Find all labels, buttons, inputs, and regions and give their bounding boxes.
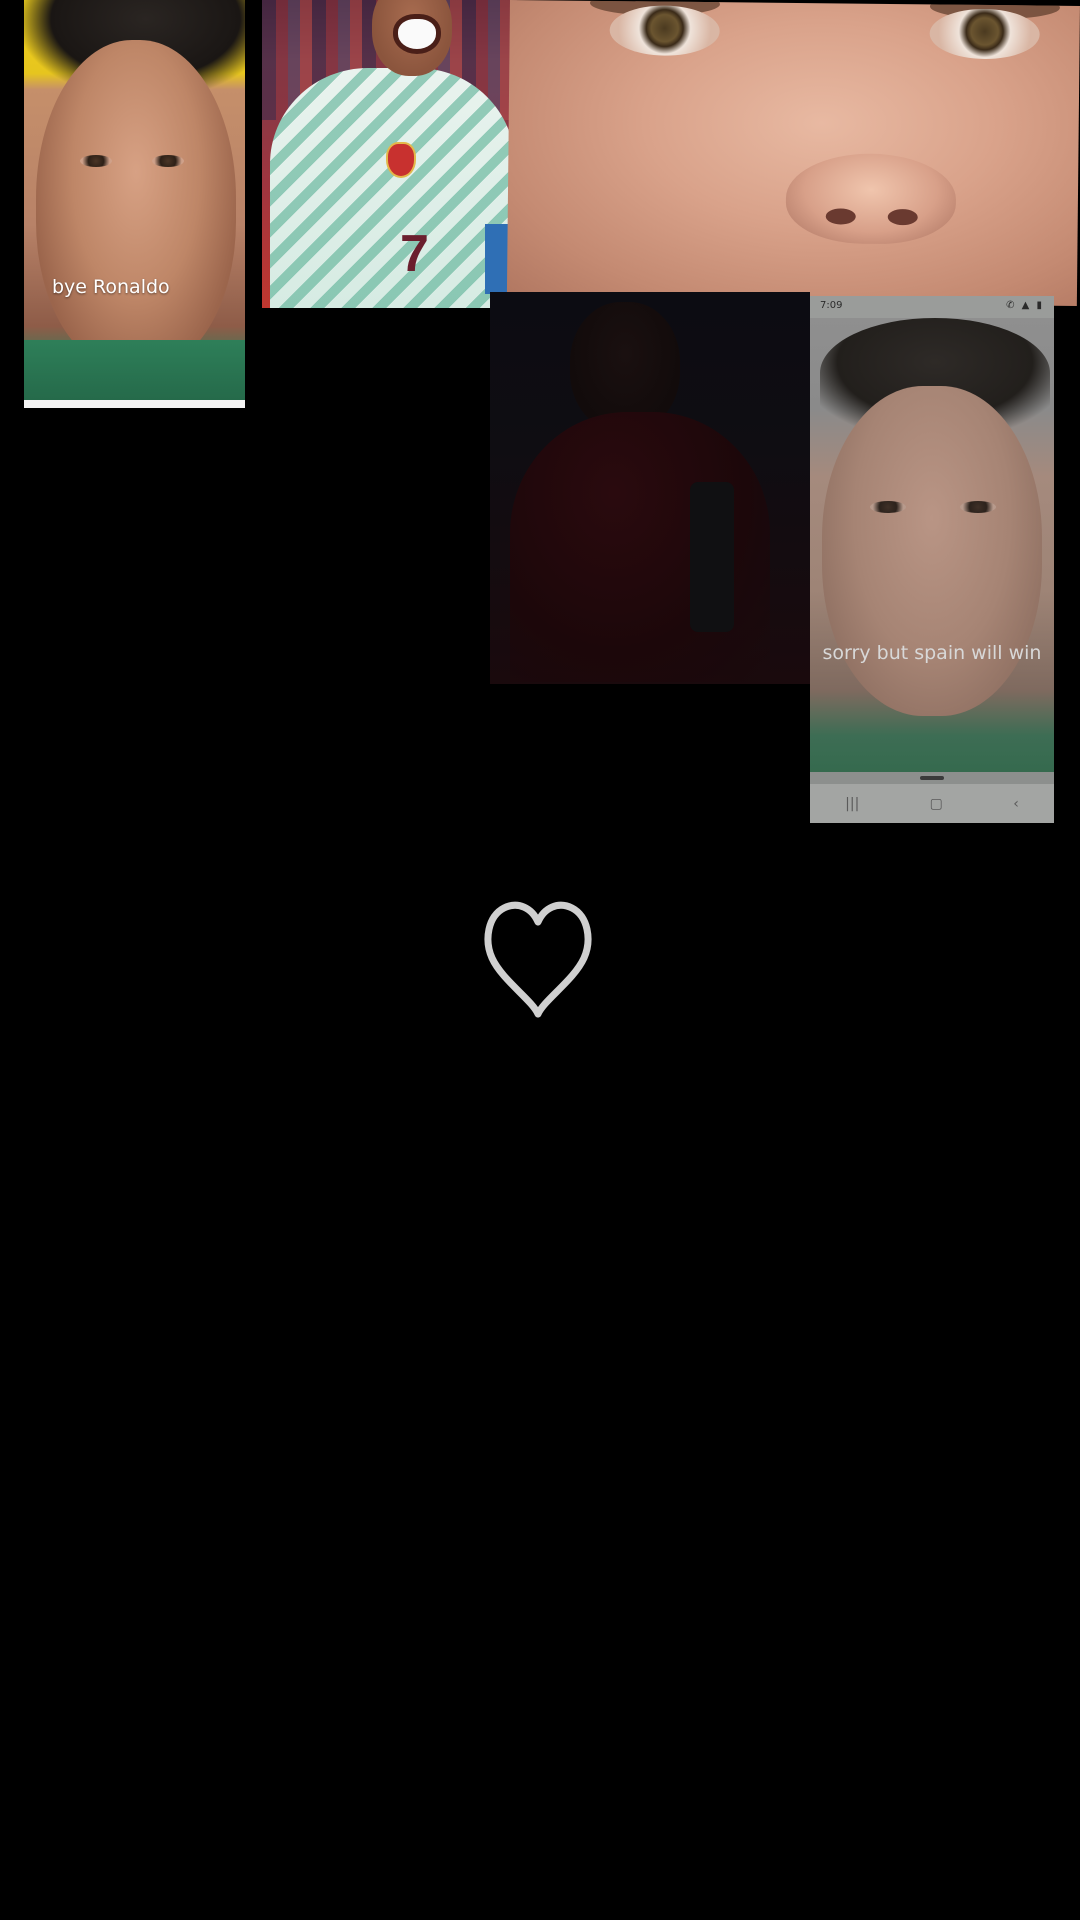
- heart-outline-icon: [484, 901, 592, 1018]
- microphone: [690, 482, 734, 632]
- closeup-eye-left: [609, 5, 720, 57]
- phone-photo-eye-right: [960, 501, 996, 513]
- video-thumbnail-face-closeup[interactable]: [506, 0, 1080, 306]
- closeup-nostril-right: [887, 208, 918, 226]
- phone-caption: sorry but spain will win: [822, 642, 1042, 664]
- portrait-eye-left: [80, 155, 112, 167]
- video-thumbnail-celebration[interactable]: 7: [262, 0, 517, 308]
- status-icons: ✆ ▲ ▮: [1006, 300, 1044, 311]
- phone-status-bar: 7:09 ✆ ▲ ▮: [810, 296, 1054, 318]
- back-icon: ‹: [1013, 795, 1019, 812]
- player-jersey: [270, 68, 515, 308]
- recents-icon: |||: [845, 795, 860, 812]
- phone-nav-bar: ||| ▢ ‹: [810, 784, 1054, 823]
- like-button[interactable]: [482, 896, 594, 1022]
- player-mouth: [393, 14, 441, 54]
- closeup-eye-right: [929, 8, 1040, 60]
- portrait-eye-right: [152, 155, 184, 167]
- closeup-nose: [785, 152, 957, 245]
- home-icon: ▢: [929, 795, 943, 812]
- portrait-bottom-bar: [24, 400, 245, 408]
- team-crest-icon: [386, 142, 416, 178]
- portrait-shirt: [24, 340, 245, 400]
- portrait-face: [36, 40, 236, 370]
- video-thumbnail-bye-ronaldo[interactable]: bye Ronaldo: [24, 0, 245, 408]
- phone-photo-face: [822, 386, 1042, 716]
- home-indicator: [920, 776, 944, 780]
- thumbnail-caption: bye Ronaldo: [52, 276, 170, 298]
- jersey-number: 7: [400, 225, 429, 283]
- closeup-nostril-left: [825, 208, 856, 225]
- status-time: 7:09: [820, 300, 843, 311]
- video-thumbnail-phone-screenshot[interactable]: 7:09 ✆ ▲ ▮ sorry but spain will win ||| …: [810, 296, 1054, 823]
- video-thumbnail-faded-player[interactable]: [490, 292, 810, 684]
- phone-photo-eye-left: [870, 501, 906, 513]
